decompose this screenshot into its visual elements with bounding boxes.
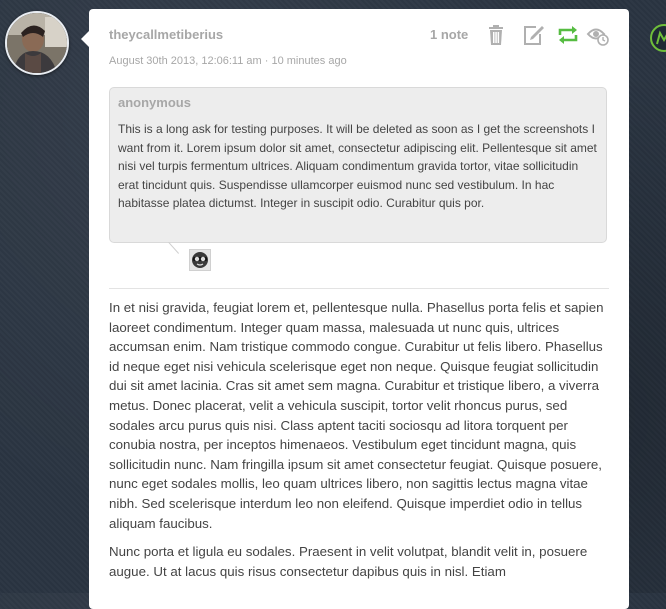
anonymous-avatar-icon bbox=[189, 249, 211, 271]
post-card: theycallmetiberius August 30th 2013, 12:… bbox=[81, 9, 629, 609]
ask-tail bbox=[168, 242, 180, 254]
user-avatar[interactable] bbox=[5, 11, 69, 75]
answer-paragraph: Nunc porta et ligula eu sodales. Praesen… bbox=[109, 544, 588, 579]
post-timestamp[interactable]: August 30th 2013, 12:06:11 am · 10 minut… bbox=[109, 55, 347, 67]
side-logo-icon bbox=[650, 24, 666, 52]
post-pointer bbox=[81, 31, 89, 47]
post-username[interactable]: theycallmetiberius bbox=[109, 27, 223, 42]
asker-name: anonymous bbox=[118, 95, 191, 110]
reblog-icon[interactable] bbox=[556, 23, 580, 47]
ask-box: anonymous This is a long ask for testing… bbox=[109, 87, 607, 243]
ask-question: This is a long ask for testing purposes.… bbox=[118, 122, 597, 210]
answer-paragraph: In et nisi gravida, feugiat lorem et, pe… bbox=[109, 300, 604, 531]
answer-divider bbox=[109, 288, 609, 289]
queue-icon[interactable] bbox=[586, 23, 610, 47]
answer-body: In et nisi gravida, feugiat lorem et, pe… bbox=[109, 298, 605, 590]
edit-icon[interactable] bbox=[521, 23, 545, 47]
notes-count[interactable]: 1 note bbox=[430, 27, 468, 42]
trash-icon[interactable] bbox=[484, 23, 508, 47]
